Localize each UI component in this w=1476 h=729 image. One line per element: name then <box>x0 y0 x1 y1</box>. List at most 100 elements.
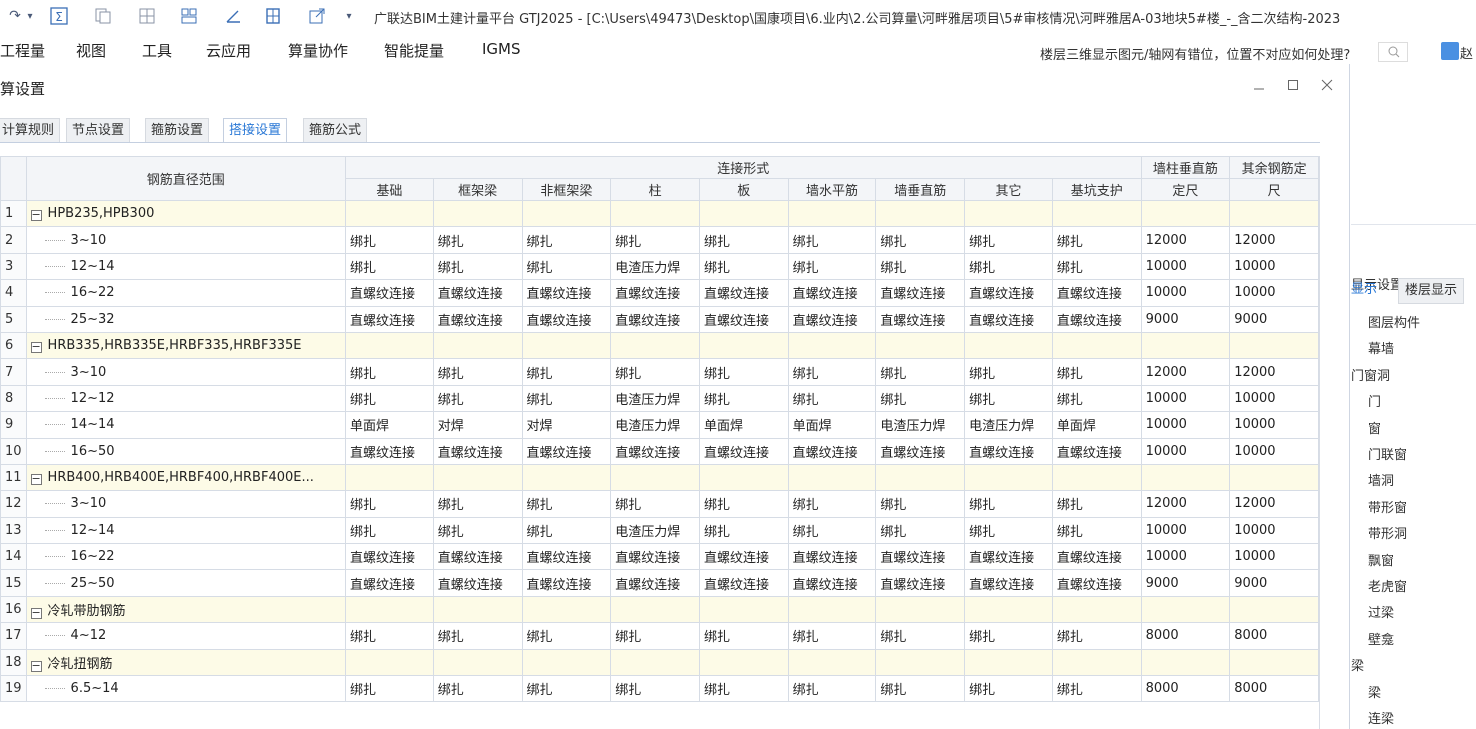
connection-type-cell[interactable] <box>521 331 612 360</box>
dropdown-chevron-icon[interactable]: ▾ <box>24 6 36 26</box>
connection-type-cell[interactable] <box>521 595 612 624</box>
export-icon[interactable] <box>306 6 328 26</box>
fixed-length-cell[interactable]: 9000 <box>1229 305 1319 333</box>
table-group-row[interactable]: 1− HPB235,HPB300 <box>0 199 1319 228</box>
connection-type-cell[interactable] <box>610 648 700 677</box>
steel-grade-cell[interactable]: − HRB400,HRB400E,HRBF400,HRBF400E... <box>25 463 347 492</box>
menu-item-cloud[interactable]: 云应用 <box>206 40 251 61</box>
connection-type-cell[interactable]: 绑扎 <box>521 516 612 545</box>
connection-type-cell[interactable]: 绑扎 <box>964 516 1053 545</box>
connection-type-cell[interactable]: 绑扎 <box>698 622 789 650</box>
connection-type-cell[interactable]: 绑扎 <box>345 622 434 650</box>
connection-type-cell[interactable]: 直螺纹连接 <box>787 543 877 571</box>
user-avatar[interactable] <box>1441 42 1459 60</box>
diameter-range-cell[interactable]: 3~10 <box>25 358 347 386</box>
connection-type-cell[interactable]: 绑扎 <box>432 675 523 703</box>
table-row[interactable]: 4 16~22 直螺纹连接 直螺纹连接 直螺纹连接 直螺纹连接 直螺纹连接 直螺纹连接 直螺纹连… <box>0 279 1319 307</box>
connection-type-cell[interactable]: 绑扎 <box>875 226 966 254</box>
fixed-length-cell[interactable]: 10000 <box>1229 437 1319 465</box>
connection-type-cell[interactable]: 绑扎 <box>345 358 434 386</box>
steel-grade-cell[interactable]: − HRB335,HRB335E,HRBF335,HRBF335E <box>25 331 347 360</box>
connection-type-cell[interactable] <box>875 463 966 492</box>
display-tree-item[interactable]: 老虎窗 <box>1368 576 1407 595</box>
connection-type-cell[interactable]: 绑扎 <box>787 384 877 413</box>
connection-type-cell[interactable]: 绑扎 <box>875 358 966 386</box>
connection-type-cell[interactable]: 绑扎 <box>787 622 877 650</box>
connection-type-cell[interactable]: 直螺纹连接 <box>787 279 877 307</box>
connection-type-cell[interactable]: 绑扎 <box>521 490 612 518</box>
connection-type-cell[interactable]: 绑扎 <box>875 490 966 518</box>
connection-type-cell[interactable]: 绑扎 <box>964 490 1053 518</box>
connection-type-cell[interactable]: 直螺纹连接 <box>1051 543 1142 571</box>
connection-type-cell[interactable] <box>787 199 877 228</box>
connection-type-cell[interactable]: 直螺纹连接 <box>432 543 523 571</box>
connection-type-cell[interactable]: 单面焊 <box>787 411 877 439</box>
connection-type-cell[interactable]: 直螺纹连接 <box>698 437 789 465</box>
connection-type-cell[interactable] <box>1051 648 1142 677</box>
connection-type-cell[interactable]: 电渣压力焊 <box>610 252 700 281</box>
collapse-icon[interactable]: − <box>30 607 42 620</box>
connection-type-cell[interactable]: 直螺纹连接 <box>1051 569 1142 597</box>
connection-type-cell[interactable]: 直螺纹连接 <box>1051 437 1142 465</box>
connection-type-cell[interactable]: 电渣压力焊 <box>610 411 700 439</box>
fixed-length-cell[interactable]: 12000 <box>1140 490 1231 518</box>
column-icon[interactable] <box>262 6 284 26</box>
connection-type-cell[interactable] <box>610 595 700 624</box>
table-row[interactable]: 10 16~50 直螺纹连接 直螺纹连接 直螺纹连接 直螺纹连接 直螺纹连接 直螺纹连接 直螺纹… <box>0 437 1319 465</box>
maximize-icon[interactable] <box>1284 76 1302 94</box>
help-search-button[interactable] <box>1378 42 1408 62</box>
display-tree-item[interactable]: 过梁 <box>1368 602 1394 621</box>
table-row[interactable]: 12 3~10 绑扎 绑扎 绑扎 绑扎 绑扎 绑扎 绑扎 绑扎 绑扎 12000 12000 <box>0 490 1319 518</box>
tab-stirrup-settings[interactable]: 箍筋设置 <box>145 118 210 143</box>
connection-type-cell[interactable]: 直螺纹连接 <box>432 437 523 465</box>
connection-type-cell[interactable] <box>875 595 966 624</box>
collapse-icon[interactable]: − <box>30 660 42 672</box>
collapse-icon[interactable]: − <box>30 209 42 222</box>
connection-type-cell[interactable]: 绑扎 <box>610 358 700 386</box>
connection-type-cell[interactable]: 绑扎 <box>432 384 523 413</box>
connection-type-cell[interactable]: 直螺纹连接 <box>345 437 434 465</box>
connection-type-cell[interactable]: 直螺纹连接 <box>521 543 612 571</box>
connection-type-cell[interactable]: 直螺纹连接 <box>964 279 1053 307</box>
connection-type-cell[interactable] <box>1051 595 1142 624</box>
connection-type-cell[interactable] <box>345 595 434 624</box>
fixed-length-cell[interactable]: 10000 <box>1140 516 1231 545</box>
collapse-icon[interactable]: − <box>30 473 42 486</box>
menu-item-view[interactable]: 视图 <box>76 40 106 61</box>
connection-type-cell[interactable]: 直螺纹连接 <box>787 305 877 333</box>
display-tree-item[interactable]: 飘窗 <box>1368 550 1394 569</box>
connection-type-cell[interactable]: 直螺纹连接 <box>345 543 434 571</box>
tab-display[interactable]: 显示 <box>1351 278 1377 304</box>
connection-type-cell[interactable] <box>521 648 612 677</box>
help-question-link[interactable]: 楼层三维显示图元/轴网有错位，位置不对应如何处理? <box>1040 44 1375 63</box>
display-tree-item[interactable]: 梁 <box>1368 682 1381 701</box>
steel-grade-cell[interactable]: − 冷轧扭钢筋 <box>25 648 347 677</box>
diameter-range-cell[interactable]: 4~12 <box>25 622 347 650</box>
fixed-length-cell[interactable]: 12000 <box>1140 226 1231 254</box>
connection-type-cell[interactable]: 绑扎 <box>521 252 612 281</box>
minimize-icon[interactable] <box>1250 76 1268 94</box>
connection-type-cell[interactable]: 绑扎 <box>345 516 434 545</box>
draw-line-icon[interactable] <box>222 6 244 26</box>
connection-type-cell[interactable]: 绑扎 <box>964 384 1053 413</box>
connection-type-cell[interactable]: 绑扎 <box>1051 358 1142 386</box>
fixed-length-cell[interactable]: 9000 <box>1140 305 1231 333</box>
fixed-length-cell[interactable]: 10000 <box>1140 279 1231 307</box>
connection-type-cell[interactable]: 绑扎 <box>787 675 877 703</box>
connection-type-cell[interactable]: 绑扎 <box>432 358 523 386</box>
display-tree-item[interactable]: 门 <box>1368 391 1381 410</box>
connection-type-cell[interactable] <box>698 331 789 360</box>
connection-type-cell[interactable]: 直螺纹连接 <box>432 279 523 307</box>
connection-type-cell[interactable]: 电渣压力焊 <box>875 411 966 439</box>
display-tree-item[interactable]: 门联窗 <box>1368 444 1407 463</box>
tab-node-settings[interactable]: 节点设置 <box>66 118 131 143</box>
connection-type-cell[interactable]: 绑扎 <box>521 358 612 386</box>
menu-item-igms[interactable]: IGMS <box>482 40 521 58</box>
diameter-range-cell[interactable]: 12~12 <box>25 384 347 413</box>
connection-type-cell[interactable]: 直螺纹连接 <box>964 543 1053 571</box>
connection-type-cell[interactable]: 绑扎 <box>698 358 789 386</box>
customize-qa-icon[interactable]: ▾ <box>342 6 356 26</box>
diameter-range-cell[interactable]: 3~10 <box>25 226 347 254</box>
menu-item-tools[interactable]: 工具 <box>142 40 172 61</box>
diameter-range-cell[interactable]: 16~22 <box>25 543 347 571</box>
